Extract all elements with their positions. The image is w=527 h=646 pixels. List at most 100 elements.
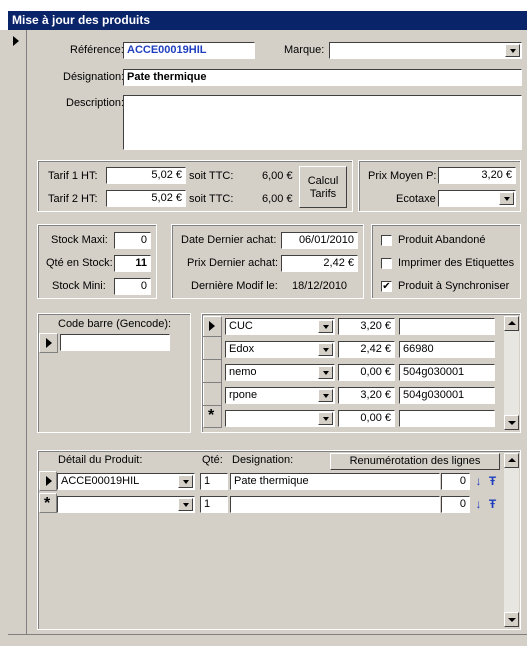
brand-label: Marque: bbox=[284, 44, 325, 56]
synchroniser-checkbox[interactable]: ✔ bbox=[381, 281, 392, 292]
detail-new-row-selector[interactable]: * bbox=[39, 493, 57, 513]
pin-icon[interactable]: Ŧ bbox=[487, 474, 498, 489]
supplier-name-select[interactable]: CUC bbox=[225, 318, 335, 335]
tarif2-field[interactable]: 5,02 € bbox=[106, 190, 186, 207]
detail-qte-field[interactable]: 1 bbox=[200, 496, 228, 513]
qte-stock-label: Qté en Stock: bbox=[46, 257, 113, 269]
prix-moyen-field[interactable]: 3,20 € bbox=[438, 167, 516, 184]
window-title: Mise à jour des produits bbox=[8, 11, 527, 30]
supplier-name-select[interactable] bbox=[225, 410, 335, 427]
row-divider bbox=[203, 405, 222, 406]
derniere-modif-value: 18/12/2010 bbox=[292, 280, 348, 292]
ttc2-value: 6,00 € bbox=[262, 193, 293, 205]
designation-label: Désignation: bbox=[63, 71, 125, 83]
etiquettes-checkbox[interactable] bbox=[381, 258, 392, 269]
supplier-name: Edox bbox=[229, 343, 255, 355]
renumber-button[interactable]: Renumérotation des lignes bbox=[330, 453, 500, 470]
suppliers-scrollbar[interactable] bbox=[504, 316, 519, 430]
chevron-down-icon[interactable] bbox=[318, 343, 333, 356]
stock-mini-field[interactable]: 0 bbox=[114, 278, 151, 295]
abandonne-checkbox[interactable] bbox=[381, 235, 392, 246]
etiquettes-label: Imprimer des Etiquettes bbox=[398, 257, 515, 269]
soit-ttc2-label: soit TTC: bbox=[189, 193, 234, 205]
barcode-label: Code barre (Gencode): bbox=[58, 318, 172, 330]
detail-scrollbar[interactable] bbox=[504, 453, 519, 627]
detail-qte-field[interactable]: 1 bbox=[200, 473, 228, 490]
pin-icon[interactable]: Ŧ bbox=[487, 497, 498, 512]
reference-field[interactable]: ACCE00019HIL bbox=[123, 42, 255, 59]
stock-maxi-label: Stock Maxi: bbox=[51, 234, 108, 246]
designation-field[interactable]: Pate thermique bbox=[123, 69, 522, 86]
supplier-name: nemo bbox=[229, 366, 257, 378]
row-divider bbox=[203, 382, 222, 383]
barcode-row-selector[interactable] bbox=[39, 333, 58, 353]
arrow-right-icon bbox=[46, 476, 52, 486]
supplier-price-field[interactable]: 3,20 € bbox=[338, 387, 395, 404]
ecotaxe-select[interactable] bbox=[438, 190, 516, 207]
chevron-down-icon[interactable] bbox=[499, 192, 514, 205]
synchroniser-label: Produit à Synchroniser bbox=[398, 280, 510, 292]
stock-mini-label: Stock Mini: bbox=[52, 280, 106, 292]
arrow-right-icon bbox=[46, 338, 52, 348]
chevron-down-icon[interactable] bbox=[178, 498, 193, 511]
prix-achat-field[interactable]: 2,42 € bbox=[281, 255, 358, 272]
arrow-right-icon bbox=[209, 321, 215, 331]
chevron-down-icon[interactable] bbox=[505, 44, 520, 57]
stock-maxi-field[interactable]: 0 bbox=[114, 232, 151, 249]
record-selector[interactable] bbox=[8, 30, 27, 642]
asterisk-icon: * bbox=[44, 495, 51, 512]
supplier-name-select[interactable]: rpone bbox=[225, 387, 335, 404]
detail-order-field[interactable]: 0 bbox=[441, 473, 470, 490]
detail-order-field[interactable]: 0 bbox=[441, 496, 470, 513]
qte-header-label: Qté: bbox=[202, 454, 223, 466]
chevron-down-icon[interactable] bbox=[318, 366, 333, 379]
chevron-down-icon[interactable] bbox=[318, 320, 333, 333]
chevron-down-icon[interactable] bbox=[178, 475, 193, 488]
arrow-down-icon[interactable]: ↓ bbox=[473, 474, 484, 489]
calcul-tarifs-line2: Tarifs bbox=[309, 188, 337, 200]
supplier-ref-field[interactable]: 504g030001 bbox=[399, 364, 495, 381]
calcul-tarifs-button[interactable]: Calcul Tarifs bbox=[299, 166, 347, 208]
detail-designation-field[interactable] bbox=[230, 496, 440, 513]
row-divider bbox=[203, 359, 222, 360]
row-divider bbox=[203, 336, 222, 337]
supplier-ref-field[interactable] bbox=[399, 318, 495, 335]
window-titlebar: Mise à jour des produits bbox=[0, 0, 527, 30]
date-achat-field[interactable]: 06/01/2010 bbox=[281, 232, 358, 249]
scroll-down-icon[interactable] bbox=[504, 612, 519, 627]
detail-ref-select[interactable]: ACCE00019HIL bbox=[57, 473, 195, 490]
supplier-ref-field[interactable] bbox=[399, 410, 495, 427]
supplier-name-select[interactable]: nemo bbox=[225, 364, 335, 381]
scroll-down-icon[interactable] bbox=[504, 415, 519, 430]
chevron-down-icon[interactable] bbox=[318, 389, 333, 402]
barcode-field[interactable] bbox=[60, 334, 170, 351]
barcode-subform bbox=[37, 313, 191, 433]
description-field[interactable] bbox=[123, 95, 522, 150]
brand-select[interactable] bbox=[329, 42, 522, 59]
detail-designation-field[interactable]: Pate thermique bbox=[230, 473, 440, 490]
reference-label: Référence: bbox=[70, 44, 124, 56]
supplier-price-field[interactable]: 3,20 € bbox=[338, 318, 395, 335]
supplier-ref-field[interactable]: 504g030001 bbox=[399, 387, 495, 404]
tarif1-field[interactable]: 5,02 € bbox=[106, 167, 186, 184]
arrow-down-icon[interactable]: ↓ bbox=[473, 497, 484, 512]
supplier-price-field[interactable]: 0,00 € bbox=[338, 364, 395, 381]
abandonne-label: Produit Abandoné bbox=[398, 234, 486, 246]
qte-stock-field[interactable]: 11 bbox=[114, 255, 151, 272]
supplier-price-field[interactable]: 0,00 € bbox=[338, 410, 395, 427]
form-footer bbox=[8, 634, 527, 643]
chevron-down-icon[interactable] bbox=[318, 412, 333, 425]
scroll-up-icon[interactable] bbox=[504, 316, 519, 331]
derniere-modif-label: Dernière Modif le: bbox=[191, 280, 278, 292]
detail-ref-select[interactable] bbox=[57, 496, 195, 513]
detail-row-selector[interactable] bbox=[39, 471, 57, 491]
scroll-up-icon[interactable] bbox=[504, 453, 519, 468]
supplier-price-field[interactable]: 2,42 € bbox=[338, 341, 395, 358]
supplier-name-select[interactable]: Edox bbox=[225, 341, 335, 358]
prix-achat-label: Prix Dernier achat: bbox=[187, 257, 279, 269]
prix-moyen-label: Prix Moyen P: bbox=[368, 170, 437, 182]
soit-ttc1-label: soit TTC: bbox=[189, 170, 234, 182]
supplier-ref-field[interactable]: 66980 bbox=[399, 341, 495, 358]
asterisk-icon: * bbox=[208, 407, 215, 424]
tarif1-label: Tarif 1 HT: bbox=[48, 170, 98, 182]
